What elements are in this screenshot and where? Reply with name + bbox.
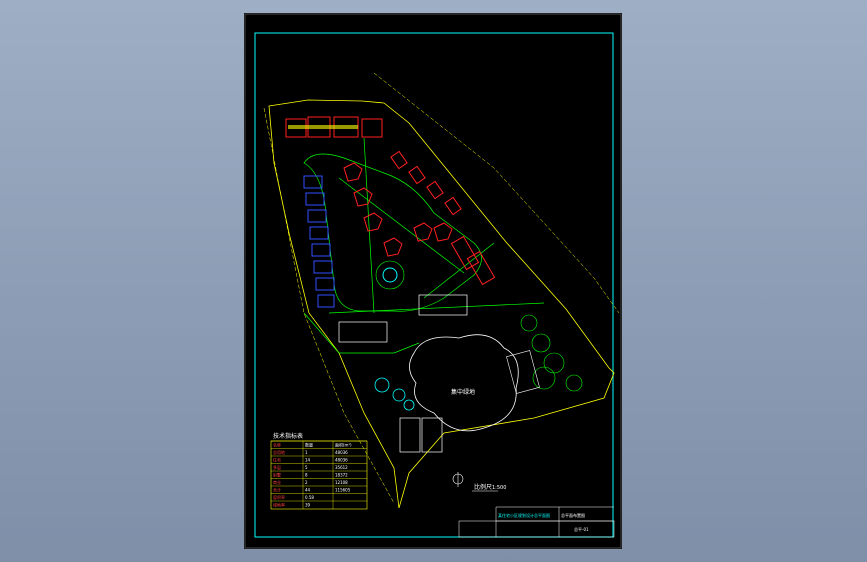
table-cell: 39	[305, 503, 311, 508]
road-edge-left	[263, 107, 395, 504]
table-cell: 多层	[273, 464, 281, 470]
lake	[409, 334, 519, 432]
site-plan-drawing: 集中绿地 比例尺 1:500 技术指标表 名称 数量 面积(m²) 总用地 1 48036…	[244, 13, 622, 549]
table-cell: 合计	[273, 487, 281, 493]
project-name: 某住宅小区规划设计总平面图	[498, 512, 550, 518]
table-cell: 115605	[335, 488, 351, 493]
drawing-name: 总平面布置图	[561, 512, 585, 518]
table-cell: 绿地率	[273, 502, 285, 508]
table-cell: 商业	[273, 479, 281, 485]
table-cell: 14	[305, 458, 311, 463]
scale-value: 1:500	[492, 485, 506, 491]
plaza-ring	[375, 260, 405, 290]
table-cell: 别墅	[273, 472, 281, 478]
internal-roads	[303, 137, 545, 354]
table-cell: 0.58	[305, 495, 314, 500]
table-cell: 12108	[335, 480, 348, 485]
table-cell: 48036	[335, 458, 348, 463]
table-cell: 住宅	[273, 457, 281, 463]
scale-label: 比例尺	[474, 483, 492, 491]
title-block: 某住宅小区规划设计总平面图 总平面布置图 总平-01	[458, 506, 615, 538]
technical-index-table: 技术指标表 名称 数量 面积(m²) 总用地 1 48036 住宅 14 48036 多层 5 356…	[270, 432, 368, 510]
table-cell: 容积率	[273, 494, 285, 500]
table-title: 技术指标表	[273, 432, 303, 440]
plaza-label: 集中绿地	[451, 388, 475, 396]
site-boundary	[268, 99, 615, 509]
table-cell: 总用地	[273, 449, 285, 455]
road-edge-right	[373, 72, 620, 314]
table-header-cell: 名称	[273, 442, 281, 448]
garden-feature	[374, 377, 415, 411]
table-cell: 8	[305, 473, 308, 478]
table-cell: 18372	[335, 473, 348, 478]
commercial-buildings	[338, 294, 468, 343]
drawing-sheet: 集中绿地 比例尺 1:500 技术指标表 名称 数量 面积(m²) 总用地 1 48036…	[244, 13, 622, 549]
sports-courts	[399, 417, 443, 453]
table-cell: 1	[305, 450, 308, 455]
top-buildings	[285, 116, 383, 138]
center-buildings	[343, 162, 453, 257]
table-cell: 5	[305, 465, 308, 470]
diagonal-buildings	[390, 150, 496, 286]
fountain	[382, 267, 398, 283]
table-header-cell: 数量	[305, 442, 313, 448]
table-cell: 2	[305, 480, 308, 485]
table-cell: 35612	[335, 465, 348, 470]
table-cell: 44	[305, 488, 311, 493]
table-cell: 48036	[335, 450, 348, 455]
table-header-cell: 面积(m²)	[335, 442, 352, 448]
drawing-number: 总平-01	[574, 526, 589, 532]
